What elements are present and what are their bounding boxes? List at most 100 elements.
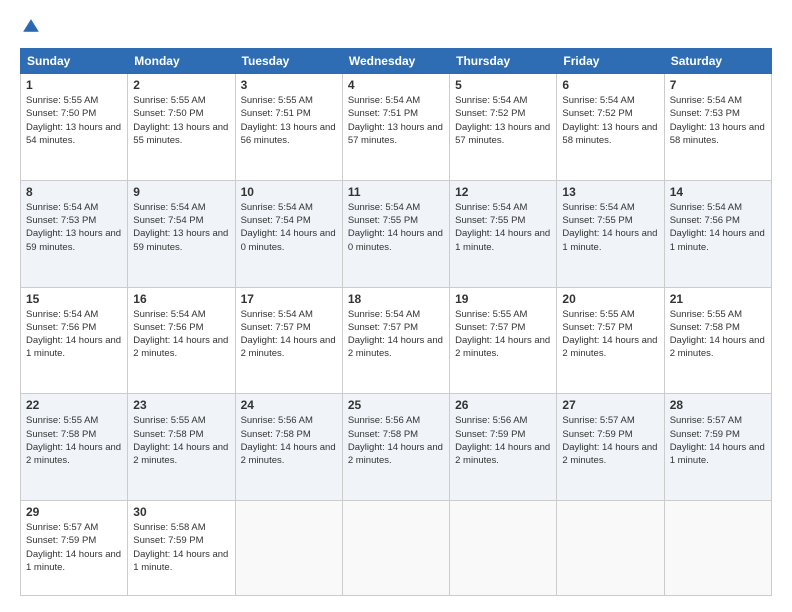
calendar-cell: 9 Sunrise: 5:54 AM Sunset: 7:54 PM Dayli… (128, 180, 235, 287)
day-number: 4 (348, 78, 444, 92)
weekday-header-sunday: Sunday (21, 49, 128, 74)
cell-info: Sunrise: 5:55 AM Sunset: 7:58 PM Dayligh… (26, 414, 122, 467)
calendar-cell: 28 Sunrise: 5:57 AM Sunset: 7:59 PM Dayl… (664, 394, 771, 501)
calendar-cell: 6 Sunrise: 5:54 AM Sunset: 7:52 PM Dayli… (557, 74, 664, 181)
calendar-cell: 15 Sunrise: 5:54 AM Sunset: 7:56 PM Dayl… (21, 287, 128, 394)
calendar-cell: 25 Sunrise: 5:56 AM Sunset: 7:58 PM Dayl… (342, 394, 449, 501)
day-number: 28 (670, 398, 766, 412)
weekday-header-thursday: Thursday (450, 49, 557, 74)
week-row-5: 29 Sunrise: 5:57 AM Sunset: 7:59 PM Dayl… (21, 501, 772, 596)
calendar-cell: 13 Sunrise: 5:54 AM Sunset: 7:55 PM Dayl… (557, 180, 664, 287)
day-number: 17 (241, 292, 337, 306)
cell-info: Sunrise: 5:57 AM Sunset: 7:59 PM Dayligh… (670, 414, 766, 467)
day-number: 24 (241, 398, 337, 412)
week-row-4: 22 Sunrise: 5:55 AM Sunset: 7:58 PM Dayl… (21, 394, 772, 501)
day-number: 21 (670, 292, 766, 306)
calendar-cell: 8 Sunrise: 5:54 AM Sunset: 7:53 PM Dayli… (21, 180, 128, 287)
cell-info: Sunrise: 5:54 AM Sunset: 7:57 PM Dayligh… (241, 308, 337, 361)
cell-info: Sunrise: 5:54 AM Sunset: 7:51 PM Dayligh… (348, 94, 444, 147)
calendar-cell (557, 501, 664, 596)
day-number: 20 (562, 292, 658, 306)
calendar-cell: 7 Sunrise: 5:54 AM Sunset: 7:53 PM Dayli… (664, 74, 771, 181)
day-number: 10 (241, 185, 337, 199)
cell-info: Sunrise: 5:54 AM Sunset: 7:52 PM Dayligh… (455, 94, 551, 147)
day-number: 23 (133, 398, 229, 412)
cell-info: Sunrise: 5:54 AM Sunset: 7:56 PM Dayligh… (133, 308, 229, 361)
calendar-cell: 29 Sunrise: 5:57 AM Sunset: 7:59 PM Dayl… (21, 501, 128, 596)
cell-info: Sunrise: 5:56 AM Sunset: 7:59 PM Dayligh… (455, 414, 551, 467)
day-number: 13 (562, 185, 658, 199)
weekday-header-wednesday: Wednesday (342, 49, 449, 74)
cell-info: Sunrise: 5:54 AM Sunset: 7:56 PM Dayligh… (26, 308, 122, 361)
cell-info: Sunrise: 5:55 AM Sunset: 7:50 PM Dayligh… (133, 94, 229, 147)
calendar-cell (342, 501, 449, 596)
day-number: 16 (133, 292, 229, 306)
cell-info: Sunrise: 5:57 AM Sunset: 7:59 PM Dayligh… (562, 414, 658, 467)
calendar-cell: 17 Sunrise: 5:54 AM Sunset: 7:57 PM Dayl… (235, 287, 342, 394)
cell-info: Sunrise: 5:54 AM Sunset: 7:52 PM Dayligh… (562, 94, 658, 147)
cell-info: Sunrise: 5:55 AM Sunset: 7:57 PM Dayligh… (562, 308, 658, 361)
calendar-cell: 16 Sunrise: 5:54 AM Sunset: 7:56 PM Dayl… (128, 287, 235, 394)
day-number: 3 (241, 78, 337, 92)
weekday-header-saturday: Saturday (664, 49, 771, 74)
day-number: 2 (133, 78, 229, 92)
weekday-header-row: SundayMondayTuesdayWednesdayThursdayFrid… (21, 49, 772, 74)
day-number: 27 (562, 398, 658, 412)
calendar-cell: 18 Sunrise: 5:54 AM Sunset: 7:57 PM Dayl… (342, 287, 449, 394)
calendar-cell: 4 Sunrise: 5:54 AM Sunset: 7:51 PM Dayli… (342, 74, 449, 181)
calendar-cell: 10 Sunrise: 5:54 AM Sunset: 7:54 PM Dayl… (235, 180, 342, 287)
calendar-cell (450, 501, 557, 596)
week-row-3: 15 Sunrise: 5:54 AM Sunset: 7:56 PM Dayl… (21, 287, 772, 394)
calendar-cell: 11 Sunrise: 5:54 AM Sunset: 7:55 PM Dayl… (342, 180, 449, 287)
day-number: 11 (348, 185, 444, 199)
logo-icon (20, 16, 42, 38)
cell-info: Sunrise: 5:54 AM Sunset: 7:53 PM Dayligh… (26, 201, 122, 254)
weekday-header-friday: Friday (557, 49, 664, 74)
day-number: 29 (26, 505, 122, 519)
calendar-cell: 23 Sunrise: 5:55 AM Sunset: 7:58 PM Dayl… (128, 394, 235, 501)
cell-info: Sunrise: 5:54 AM Sunset: 7:57 PM Dayligh… (348, 308, 444, 361)
cell-info: Sunrise: 5:54 AM Sunset: 7:55 PM Dayligh… (348, 201, 444, 254)
logo (20, 16, 46, 38)
cell-info: Sunrise: 5:55 AM Sunset: 7:51 PM Dayligh… (241, 94, 337, 147)
calendar-cell: 5 Sunrise: 5:54 AM Sunset: 7:52 PM Dayli… (450, 74, 557, 181)
day-number: 1 (26, 78, 122, 92)
week-row-1: 1 Sunrise: 5:55 AM Sunset: 7:50 PM Dayli… (21, 74, 772, 181)
calendar-cell: 30 Sunrise: 5:58 AM Sunset: 7:59 PM Dayl… (128, 501, 235, 596)
day-number: 9 (133, 185, 229, 199)
cell-info: Sunrise: 5:54 AM Sunset: 7:56 PM Dayligh… (670, 201, 766, 254)
calendar-cell: 14 Sunrise: 5:54 AM Sunset: 7:56 PM Dayl… (664, 180, 771, 287)
calendar-cell: 22 Sunrise: 5:55 AM Sunset: 7:58 PM Dayl… (21, 394, 128, 501)
weekday-header-monday: Monday (128, 49, 235, 74)
weekday-header-tuesday: Tuesday (235, 49, 342, 74)
day-number: 26 (455, 398, 551, 412)
calendar-cell: 20 Sunrise: 5:55 AM Sunset: 7:57 PM Dayl… (557, 287, 664, 394)
cell-info: Sunrise: 5:54 AM Sunset: 7:54 PM Dayligh… (133, 201, 229, 254)
day-number: 7 (670, 78, 766, 92)
calendar-cell: 21 Sunrise: 5:55 AM Sunset: 7:58 PM Dayl… (664, 287, 771, 394)
day-number: 25 (348, 398, 444, 412)
day-number: 14 (670, 185, 766, 199)
calendar-cell: 2 Sunrise: 5:55 AM Sunset: 7:50 PM Dayli… (128, 74, 235, 181)
cell-info: Sunrise: 5:54 AM Sunset: 7:54 PM Dayligh… (241, 201, 337, 254)
day-number: 18 (348, 292, 444, 306)
day-number: 15 (26, 292, 122, 306)
cell-info: Sunrise: 5:55 AM Sunset: 7:58 PM Dayligh… (133, 414, 229, 467)
day-number: 30 (133, 505, 229, 519)
day-number: 12 (455, 185, 551, 199)
cell-info: Sunrise: 5:56 AM Sunset: 7:58 PM Dayligh… (241, 414, 337, 467)
calendar-cell (664, 501, 771, 596)
cell-info: Sunrise: 5:55 AM Sunset: 7:58 PM Dayligh… (670, 308, 766, 361)
calendar-cell: 26 Sunrise: 5:56 AM Sunset: 7:59 PM Dayl… (450, 394, 557, 501)
cell-info: Sunrise: 5:54 AM Sunset: 7:55 PM Dayligh… (562, 201, 658, 254)
page: SundayMondayTuesdayWednesdayThursdayFrid… (0, 0, 792, 612)
calendar-cell: 19 Sunrise: 5:55 AM Sunset: 7:57 PM Dayl… (450, 287, 557, 394)
calendar-table: SundayMondayTuesdayWednesdayThursdayFrid… (20, 48, 772, 596)
cell-info: Sunrise: 5:54 AM Sunset: 7:55 PM Dayligh… (455, 201, 551, 254)
calendar-cell: 24 Sunrise: 5:56 AM Sunset: 7:58 PM Dayl… (235, 394, 342, 501)
day-number: 22 (26, 398, 122, 412)
cell-info: Sunrise: 5:57 AM Sunset: 7:59 PM Dayligh… (26, 521, 122, 574)
calendar-cell: 12 Sunrise: 5:54 AM Sunset: 7:55 PM Dayl… (450, 180, 557, 287)
day-number: 6 (562, 78, 658, 92)
cell-info: Sunrise: 5:55 AM Sunset: 7:57 PM Dayligh… (455, 308, 551, 361)
